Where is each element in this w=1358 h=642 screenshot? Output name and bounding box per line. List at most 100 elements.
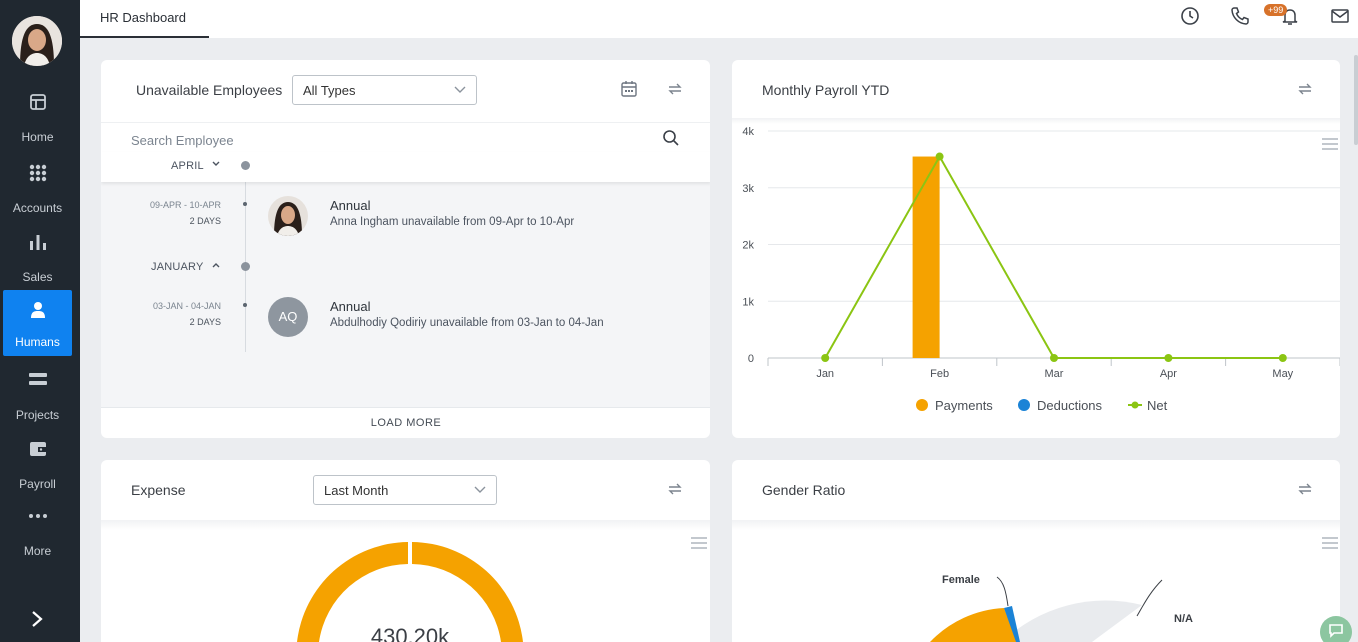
expense-donut-chart: 430.20k xyxy=(297,542,523,642)
avatar xyxy=(268,196,308,236)
legend-label: Deductions xyxy=(1037,398,1103,413)
home-icon xyxy=(29,94,46,110)
sidebar: Home Accounts Sales Humans Projects Payr… xyxy=(0,0,80,642)
refresh-icon[interactable] xyxy=(666,80,684,98)
month-label: APRIL xyxy=(171,160,204,172)
card-title: Monthly Payroll YTD xyxy=(762,82,890,98)
grid-icon xyxy=(29,164,46,182)
nav-humans[interactable]: Humans xyxy=(3,290,72,356)
x-tick-label: May xyxy=(1272,368,1293,380)
day-count: 2 DAYS xyxy=(189,216,221,226)
line-net xyxy=(824,154,1283,359)
pie-slice-female xyxy=(930,608,1017,642)
date-range: 03-JAN - 04-JAN xyxy=(152,301,221,311)
card-title: Expense xyxy=(131,482,186,498)
nav-label: Humans xyxy=(15,335,60,349)
leave-description: Anna Ingham unavailable from 09-Apr to 1… xyxy=(330,216,575,228)
x-tick-label: Feb xyxy=(930,368,949,380)
date-range: 09-APR - 10-APR xyxy=(149,200,221,210)
nav-accounts[interactable]: Accounts xyxy=(3,159,72,225)
nav-more[interactable]: More xyxy=(3,502,72,568)
refresh-icon[interactable] xyxy=(1296,480,1314,498)
label-female: Female xyxy=(942,574,980,586)
type-filter-select[interactable]: All Types xyxy=(292,75,477,105)
leave-description: Abdulhodiy Qodiriy unavailable from 03-J… xyxy=(330,317,604,329)
point-net xyxy=(1164,354,1173,362)
avatar: AQ xyxy=(268,297,308,337)
legend-marker xyxy=(1018,399,1030,411)
leave-type: Annual xyxy=(330,198,371,213)
label-connector xyxy=(996,576,1009,607)
card-title: Unavailable Employees xyxy=(136,82,283,98)
monthly-payroll-card: Monthly Payroll YTD 0 1k 2k 3k 4k Jan Feb Mar Ap… xyxy=(732,60,1340,438)
point-net xyxy=(935,152,944,161)
nav-sales[interactable]: Sales xyxy=(3,228,72,294)
y-tick-label: 2k xyxy=(742,240,754,252)
search-icon[interactable] xyxy=(662,129,680,147)
timeline-line xyxy=(245,152,246,352)
chevron-up-icon xyxy=(212,263,220,268)
top-bar: HR Dashboard +99 xyxy=(80,0,1358,38)
point-net xyxy=(1050,354,1058,362)
clock-icon[interactable] xyxy=(1180,6,1200,26)
x-tick-label: Mar xyxy=(1045,368,1064,380)
chat-button[interactable] xyxy=(1320,616,1352,642)
projects-icon xyxy=(28,373,47,385)
chevron-right-icon[interactable] xyxy=(26,608,48,630)
timeline-dot xyxy=(241,161,250,170)
search-input[interactable]: Search Employee xyxy=(131,133,234,148)
y-tick-label: 1k xyxy=(742,296,754,308)
legend-marker xyxy=(916,399,928,411)
user-avatar[interactable] xyxy=(12,16,62,66)
y-tick-label: 4k xyxy=(742,126,754,138)
nav-home[interactable]: Home xyxy=(3,88,72,154)
person-icon xyxy=(30,302,45,318)
expense-card: Expense Last Month 430.20k xyxy=(101,460,710,642)
nav-label: Home xyxy=(21,130,54,144)
leave-type: Annual xyxy=(330,299,371,314)
refresh-icon[interactable] xyxy=(1296,80,1314,98)
employee-search-row[interactable]: Search Employee xyxy=(101,122,710,152)
nav-label: Payroll xyxy=(19,477,56,491)
timeline-dot xyxy=(243,303,247,307)
select-value: All Types xyxy=(303,83,356,98)
select-value: Last Month xyxy=(324,483,389,498)
y-tick-label: 3k xyxy=(742,183,754,195)
label-connector xyxy=(1136,579,1163,617)
point-net xyxy=(1278,354,1287,362)
nav-payroll[interactable]: Payroll xyxy=(3,435,72,501)
tab-hr-dashboard[interactable]: HR Dashboard xyxy=(80,0,209,38)
nav-label: Accounts xyxy=(12,201,63,215)
gender-ratio-card: Gender Ratio Female N/A xyxy=(732,460,1340,642)
bar-chart-icon xyxy=(29,235,46,250)
legend-marker xyxy=(1131,401,1139,409)
gender-pie-chart: Female N/A xyxy=(930,574,1193,642)
timeline-dot xyxy=(241,262,250,271)
timeline xyxy=(101,152,710,407)
period-filter-select[interactable]: Last Month xyxy=(313,475,497,505)
donut-center-value: 430.20k xyxy=(371,624,450,642)
load-more-button[interactable]: LOAD MORE xyxy=(101,407,710,438)
chat-icon xyxy=(1329,624,1343,638)
notification-badge: +99 xyxy=(1264,4,1288,16)
bar-payments xyxy=(912,156,940,358)
phone-icon[interactable] xyxy=(1230,6,1250,26)
nav-projects[interactable]: Projects xyxy=(3,366,72,432)
y-tick-label: 0 xyxy=(748,353,754,365)
calendar-icon[interactable] xyxy=(620,80,638,98)
legend-label: Net xyxy=(1147,398,1168,413)
point-net xyxy=(821,354,830,362)
label-na: N/A xyxy=(1174,613,1193,625)
nav-label: Sales xyxy=(22,270,53,284)
legend-label: Payments xyxy=(935,398,993,413)
month-header-april[interactable]: APRIL xyxy=(101,152,710,182)
refresh-icon[interactable] xyxy=(666,480,684,498)
nav-label: More xyxy=(23,544,52,558)
scrollbar[interactable] xyxy=(1354,55,1358,145)
mail-icon[interactable] xyxy=(1330,6,1350,26)
timeline-dot xyxy=(243,202,247,206)
x-tick-label: Jan xyxy=(816,368,834,380)
x-tick-label: Apr xyxy=(1160,368,1177,380)
chevron-down-icon xyxy=(474,486,486,493)
chevron-down-icon xyxy=(454,86,466,93)
